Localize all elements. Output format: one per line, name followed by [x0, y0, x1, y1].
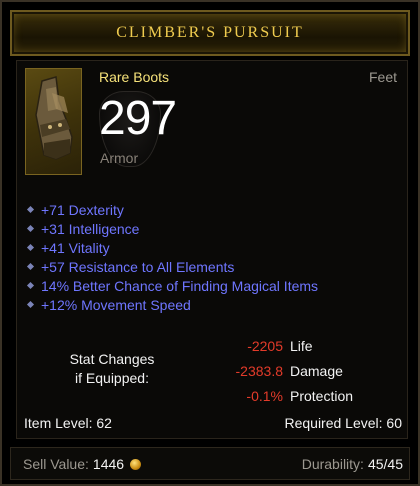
stat-change-row: -2205 Life	[201, 333, 353, 358]
item-slot: Feet	[368, 69, 397, 85]
affix-list: +71 Dexterity +31 Intelligence +41 Vital…	[25, 200, 318, 314]
durability-value: 45/45	[367, 456, 403, 472]
affix-text: 14% Better Chance of Finding Magical Ite…	[41, 277, 319, 294]
affix-row: 14% Better Chance of Finding Magical Ite…	[25, 276, 318, 295]
affix-text: +71 Dexterity	[41, 201, 124, 218]
sell-value-label: Sell Value:	[23, 456, 89, 472]
affix-row: +41 Vitality	[25, 238, 318, 257]
stat-change-name: Damage	[290, 362, 343, 379]
armor-label: Armor	[100, 150, 139, 166]
stat-change-row: -2383.8 Damage	[201, 358, 353, 383]
required-level: Required Level: 60	[284, 415, 402, 431]
affix-text: +57 Resistance to All Elements	[41, 258, 235, 275]
armor-value: 297	[99, 92, 177, 145]
stat-change-row: -0.1% Protection	[201, 383, 353, 408]
affix-text: +31 Intelligence	[41, 220, 140, 237]
durability-label: Durability:	[301, 456, 364, 472]
affix-row: +71 Dexterity	[25, 200, 318, 219]
affix-row: +57 Resistance to All Elements	[25, 257, 318, 276]
sell-value-number: 1446	[92, 456, 125, 472]
affix-bullet-icon	[26, 300, 35, 309]
affix-row: +12% Movement Speed	[25, 295, 318, 314]
tooltip-footer: Sell Value: 1446 Durability: 45/45	[10, 447, 410, 480]
affix-row: +31 Intelligence	[25, 219, 318, 238]
stat-changes-label: Stat Changes if Equipped:	[47, 350, 177, 388]
affix-bullet-icon	[26, 262, 35, 271]
affix-bullet-icon	[26, 281, 35, 290]
boots-icon	[25, 68, 82, 175]
item-level: Item Level: 62	[24, 415, 112, 431]
affix-bullet-icon	[26, 205, 35, 214]
stat-changes-label-line2: if Equipped:	[75, 370, 149, 386]
tooltip-body: Rare Boots Feet 297 Armor +71 Dexterity …	[16, 60, 408, 439]
affix-text: +41 Vitality	[41, 239, 110, 256]
stat-change-value: -0.1%	[246, 387, 283, 404]
stat-changes-label-line1: Stat Changes	[69, 351, 155, 367]
stat-change-name: Protection	[290, 387, 354, 404]
stat-change-name: Life	[290, 337, 313, 354]
gold-coin-icon	[130, 459, 142, 470]
affix-bullet-icon	[26, 224, 35, 233]
item-name: CLIMBER'S PURSUIT	[116, 24, 304, 41]
affix-bullet-icon	[26, 243, 35, 252]
item-type: Rare Boots	[99, 69, 170, 85]
durability: Durability: 45/45	[302, 456, 403, 472]
affix-text: +12% Movement Speed	[41, 296, 191, 313]
sell-value: Sell Value: 1446	[23, 456, 142, 472]
stat-change-value: -2205	[247, 337, 283, 354]
stat-change-value: -2383.8	[235, 362, 283, 379]
tooltip-header: CLIMBER'S PURSUIT	[10, 10, 410, 56]
stat-changes-list: -2205 Life -2383.8 Damage -0.1% Protecti…	[201, 333, 354, 408]
item-tooltip: CLIMBER'S PURSUIT Rare Boots Feet 297 Ar…	[0, 0, 420, 486]
